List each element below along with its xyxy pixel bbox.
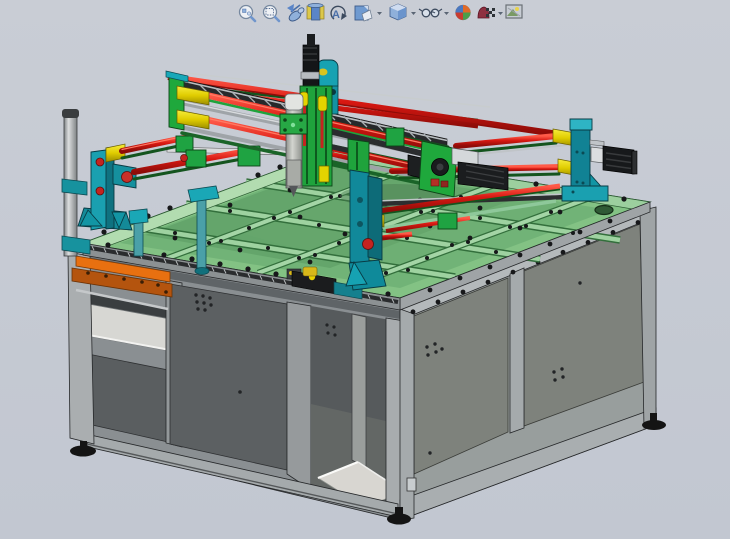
svg-text:A: A — [332, 9, 340, 21]
